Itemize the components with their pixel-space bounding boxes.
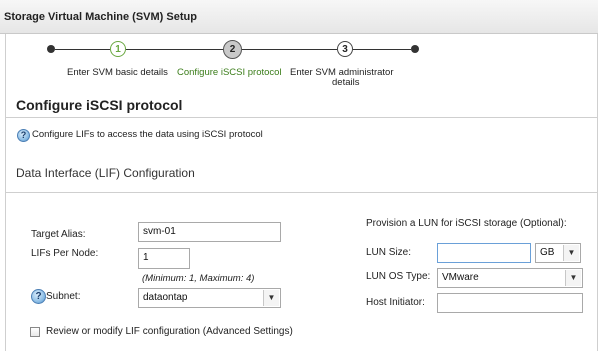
review-lif-checkbox[interactable]: [30, 327, 40, 337]
lun-os-type-select[interactable]: VMware ▼: [437, 268, 583, 288]
review-lif-label: Review or modify LIF configuration (Adva…: [46, 326, 293, 337]
wizard-connector: [242, 49, 337, 50]
target-alias-label: Target Alias:: [31, 229, 86, 240]
title-divider: [6, 117, 597, 118]
wizard-step-2-label: Configure iSCSI protocol: [177, 67, 282, 78]
wizard-connector: [353, 49, 411, 50]
wizard-step-2-circle[interactable]: 2: [223, 40, 242, 59]
subnet-help-icon[interactable]: ?: [31, 289, 46, 304]
lifs-per-node-input[interactable]: 1: [138, 248, 190, 269]
subnet-label: Subnet:: [46, 291, 81, 302]
page-title: Configure iSCSI protocol: [16, 97, 183, 113]
lun-os-type-label: LUN OS Type:: [366, 271, 431, 282]
wizard-end-dot: [411, 45, 419, 53]
target-alias-input[interactable]: svm-01: [138, 222, 281, 242]
lun-os-type-value: VMware: [442, 272, 479, 283]
chevron-down-icon[interactable]: ▼: [263, 290, 279, 306]
host-initiator-input[interactable]: [437, 293, 583, 313]
section-divider: [6, 192, 597, 193]
chevron-down-icon[interactable]: ▼: [565, 270, 581, 286]
subnet-select[interactable]: dataontap ▼: [138, 288, 281, 308]
help-icon[interactable]: ?: [17, 129, 30, 142]
host-initiator-label: Host Initiator:: [366, 297, 425, 308]
wizard-step-3-circle[interactable]: 3: [337, 41, 353, 57]
help-text: Configure LIFs to access the data using …: [32, 129, 263, 140]
lun-heading: Provision a LUN for iSCSI storage (Optio…: [366, 218, 567, 229]
wizard-connector: [126, 49, 223, 50]
lun-size-unit-value: GB: [540, 247, 555, 258]
wizard-step-1-label: Enter SVM basic details: [67, 67, 168, 78]
wizard-connector: [55, 49, 110, 50]
window-title: Storage Virtual Machine (SVM) Setup: [4, 11, 197, 23]
chevron-down-icon[interactable]: ▼: [563, 245, 579, 261]
wizard-start-dot: [47, 45, 55, 53]
lifs-per-node-label: LIFs Per Node:: [31, 248, 99, 259]
lifs-range-hint: (Minimum: 1, Maximum: 4): [142, 273, 255, 284]
lun-size-label: LUN Size:: [366, 247, 412, 258]
lun-size-input[interactable]: [437, 243, 531, 263]
wizard-step-3-label-line2: details: [332, 77, 360, 88]
subnet-select-value: dataontap: [143, 292, 188, 303]
lun-size-unit-select[interactable]: GB ▼: [535, 243, 581, 263]
wizard-step-1-circle[interactable]: 1: [110, 41, 126, 57]
section-title: Data Interface (LIF) Configuration: [16, 166, 195, 180]
